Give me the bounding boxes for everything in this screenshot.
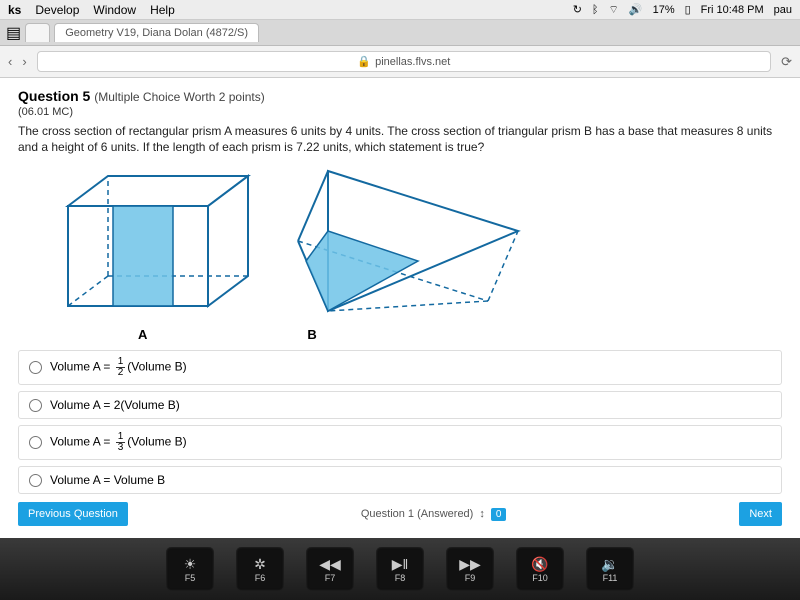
option-1[interactable]: Volume A = 12(Volume B) <box>18 350 782 385</box>
volume-icon: 🔊 <box>629 3 643 16</box>
option-3-radio[interactable] <box>29 436 42 449</box>
key-f8: ▶‖F8 <box>376 547 424 591</box>
option-4-label: Volume A = Volume B <box>50 473 165 487</box>
tab-active[interactable]: Geometry V19, Diana Dolan (4872/S) <box>54 23 259 42</box>
question-prompt: The cross section of rectangular prism A… <box>18 124 782 155</box>
browser-tabbar: ▤ Geometry V19, Diana Dolan (4872/S) <box>0 20 800 46</box>
key-f5: ☀F5 <box>166 547 214 591</box>
status-tray: ↻ ᛒ ⌔ 🔊 17% ▯ Fri 10:48 PM pau <box>573 3 792 17</box>
user-name: pau <box>774 4 792 16</box>
bluetooth-icon: ᛒ <box>592 4 599 16</box>
nav-row: Previous Question Question 1 (Answered) … <box>18 502 782 526</box>
label-b: B <box>307 327 316 342</box>
battery-percent: 17% <box>653 4 675 16</box>
key-f11: 🔉F11 <box>586 547 634 591</box>
sidebar-icon[interactable]: ▤ <box>6 23 21 43</box>
menu-item[interactable]: Window <box>93 3 136 17</box>
key-f7: ◀◀F7 <box>306 547 354 591</box>
option-3-label: Volume A = 13(Volume B) <box>50 432 187 453</box>
battery-icon: ▯ <box>685 3 691 16</box>
option-4-radio[interactable] <box>29 474 42 487</box>
option-1-label: Volume A = 12(Volume B) <box>50 357 187 378</box>
mac-menubar: ks Develop Window Help ↻ ᛒ ⌔ 🔊 17% ▯ Fri… <box>0 0 800 20</box>
reload-icon[interactable]: ⟳ <box>781 54 792 70</box>
menu-item[interactable]: Help <box>150 3 175 17</box>
diagram-row <box>58 161 782 321</box>
keyboard-row: ☀F5 ✲F6 ◀◀F7 ▶‖F8 ▶▶F9 🔇F10 🔉F11 <box>0 538 800 600</box>
key-f9: ▶▶F9 <box>446 547 494 591</box>
label-a: A <box>138 327 147 342</box>
option-3[interactable]: Volume A = 13(Volume B) <box>18 425 782 460</box>
option-4[interactable]: Volume A = Volume B <box>18 466 782 494</box>
key-f10: 🔇F10 <box>516 547 564 591</box>
question-code: (06.01 MC) <box>18 106 782 118</box>
menu-item[interactable]: ks <box>8 3 21 17</box>
question-status: Question 1 (Answered) ↕ 0 <box>361 508 507 521</box>
answer-options: Volume A = 12(Volume B) Volume A = 2(Vol… <box>18 350 782 494</box>
option-2-radio[interactable] <box>29 399 42 412</box>
tab-inactive[interactable] <box>25 23 50 42</box>
option-1-radio[interactable] <box>29 361 42 374</box>
sync-icon: ↻ <box>573 3 582 16</box>
prism-b <box>288 161 528 321</box>
option-2-label: Volume A = 2(Volume B) <box>50 398 180 412</box>
address-bar[interactable]: 🔒 pinellas.flvs.net <box>37 51 771 72</box>
wifi-icon: ⌔ <box>609 3 619 17</box>
question-title: Question 5 <box>18 88 90 104</box>
clock: Fri 10:48 PM <box>701 4 764 16</box>
next-question-button[interactable]: Next <box>739 502 782 526</box>
back-icon[interactable]: ‹ <box>8 54 12 69</box>
menu-item[interactable]: Develop <box>35 3 79 17</box>
previous-question-button[interactable]: Previous Question <box>18 502 128 526</box>
status-badge: 0 <box>491 508 507 521</box>
option-2[interactable]: Volume A = 2(Volume B) <box>18 391 782 419</box>
prism-a <box>58 166 258 316</box>
lock-icon: 🔒 <box>357 55 371 68</box>
question-subtitle: (Multiple Choice Worth 2 points) <box>94 90 265 104</box>
key-f6: ✲F6 <box>236 547 284 591</box>
forward-icon[interactable]: › <box>22 54 26 69</box>
browser-toolbar: ‹ › 🔒 pinellas.flvs.net ⟳ <box>0 46 800 78</box>
page-content: Question 5 (Multiple Choice Worth 2 poin… <box>0 78 800 538</box>
url-text: pinellas.flvs.net <box>375 56 450 68</box>
